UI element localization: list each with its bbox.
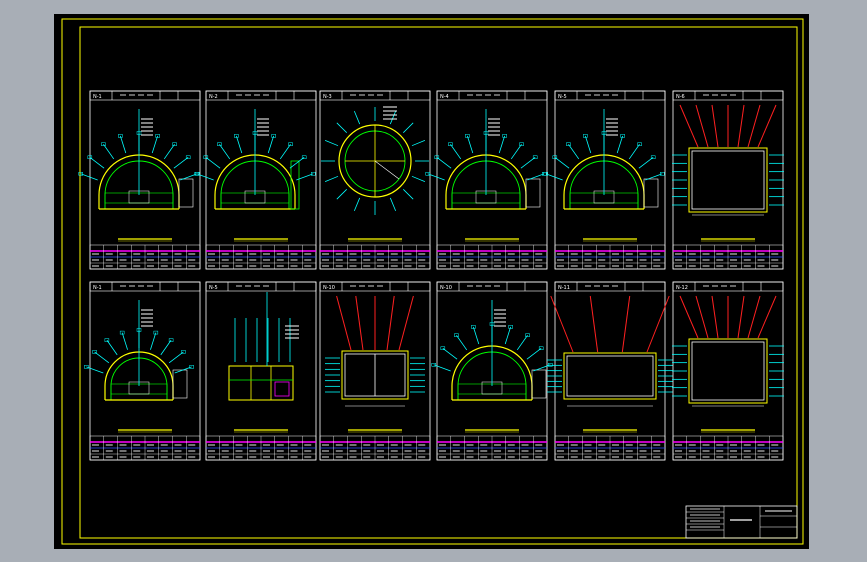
- cad-drawing-viewport[interactable]: N-1 N-2 N-3 N-4 N-5 N-6 N-1 N-5 N-10 N-10 N-11 N-12: [0, 0, 867, 562]
- panel-id-label: N-10: [323, 285, 335, 291]
- panel-id-label: N-12: [676, 285, 688, 291]
- panel-id-label: N-4: [440, 94, 449, 100]
- panel-id-label: N-5: [558, 94, 567, 100]
- panel-id-label: N-1: [93, 94, 102, 100]
- panel-id-label: N-1: [93, 285, 102, 291]
- panel-id-label: N-2: [209, 94, 218, 100]
- model-space-canvas: [54, 14, 809, 549]
- panel-id-label: N-3: [323, 94, 332, 100]
- panel-id-label: N-6: [676, 94, 685, 100]
- panel-id-label: N-5: [209, 285, 218, 291]
- panel-id-label: N-11: [558, 285, 570, 291]
- panel-id-label: N-10: [440, 285, 452, 291]
